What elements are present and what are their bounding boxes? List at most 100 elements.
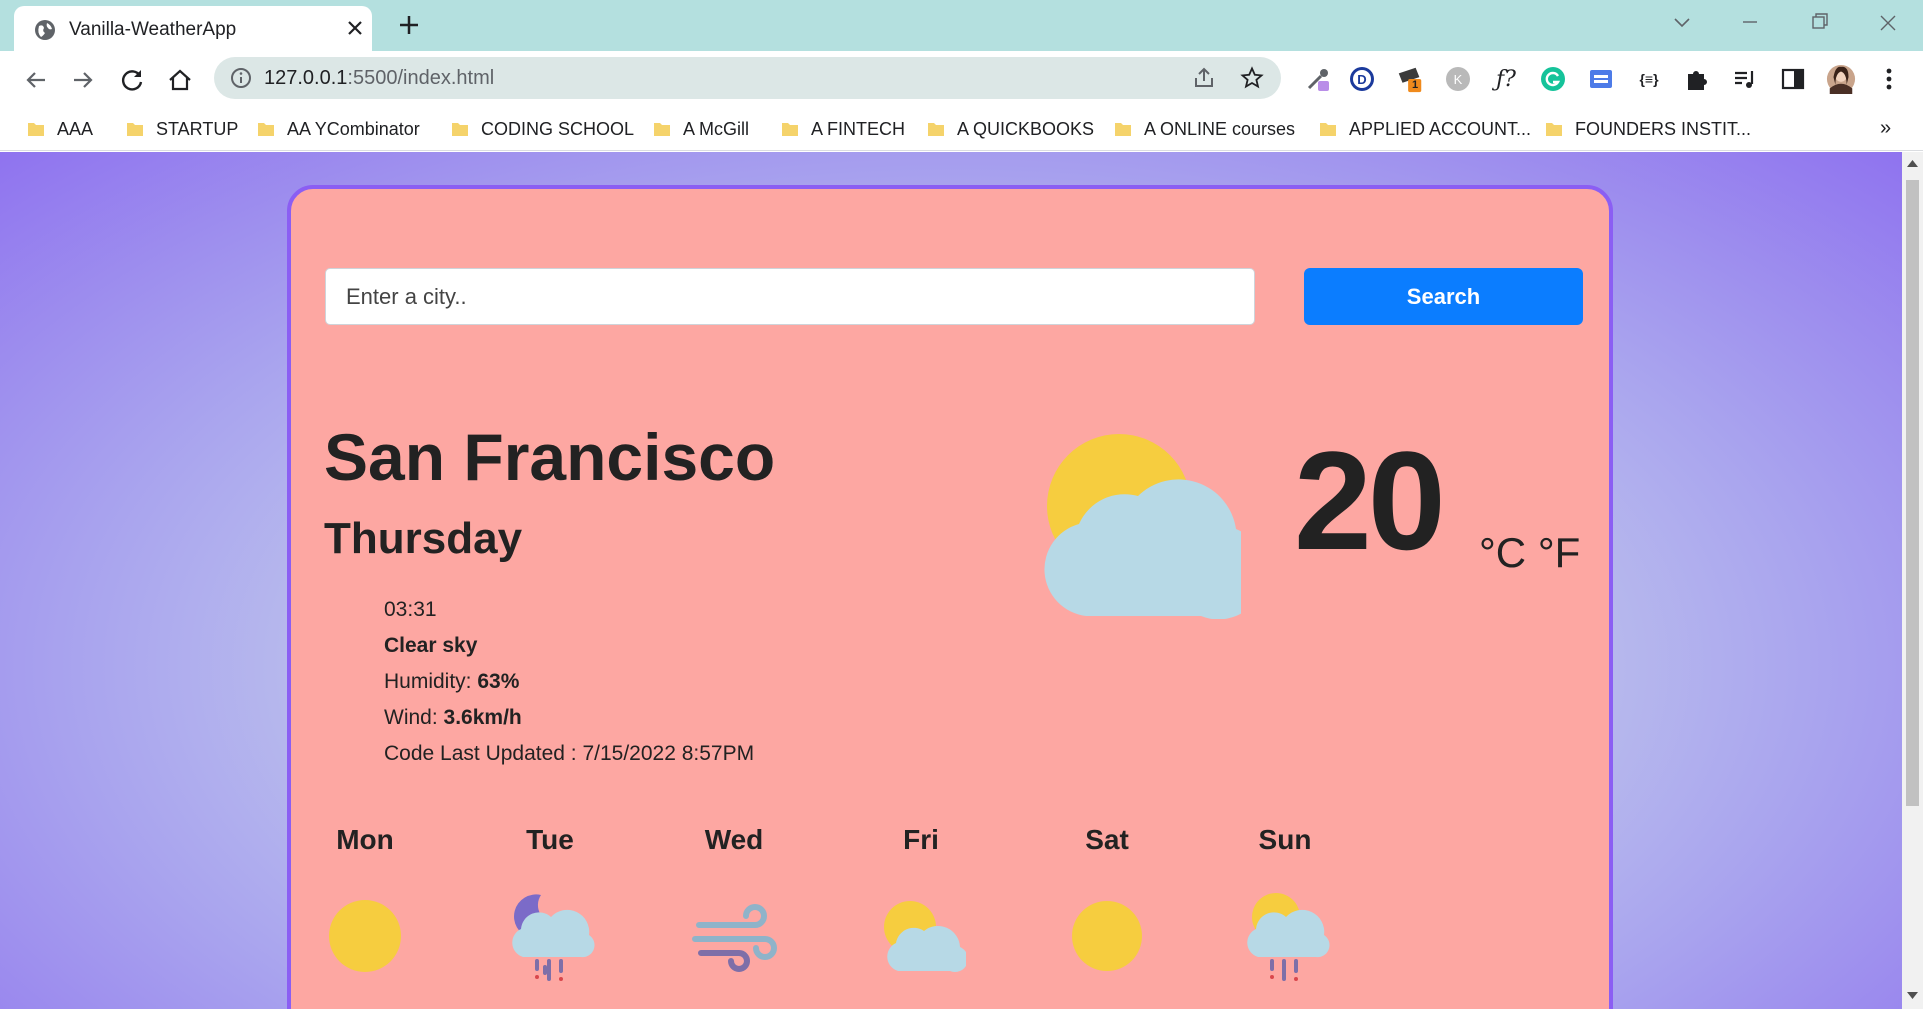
scroll-down-arrow-icon[interactable] xyxy=(1907,992,1918,1000)
url-path: :5500/index.html xyxy=(347,67,495,89)
scroll-up-arrow-icon[interactable] xyxy=(1907,159,1918,167)
bookmark-item[interactable]: AA YCombinator xyxy=(257,116,420,142)
sun-icon xyxy=(1072,901,1142,971)
folder-icon xyxy=(927,120,945,138)
bookmark-item[interactable]: A McGill xyxy=(653,116,749,142)
address-bar[interactable]: 127.0.0.1:5500/index.html xyxy=(214,57,1281,99)
bookmark-label: A ONLINE courses xyxy=(1144,118,1296,139)
rain-night-icon xyxy=(512,894,595,981)
celsius-link[interactable]: °C xyxy=(1479,529,1526,576)
bookmark-item[interactable]: A FINTECH xyxy=(781,116,905,142)
puzzle-extensions-icon[interactable] xyxy=(1682,64,1712,94)
function-extension-icon[interactable]: ƒ? xyxy=(1491,64,1521,94)
wind: Wind: 3.6km/h xyxy=(384,706,522,729)
scroll-thumb[interactable] xyxy=(1906,180,1919,806)
badge-extension-icon[interactable]: 1 xyxy=(1395,64,1425,94)
bookmark-label: CODING SCHOOL xyxy=(481,118,635,139)
folder-icon xyxy=(257,120,275,138)
bookmark-label: AAA xyxy=(57,118,94,139)
unit-toggle: °C °F xyxy=(1479,529,1580,577)
bookmark-item[interactable]: FOUNDERS INSTIT... xyxy=(1545,116,1751,142)
forecast-day-name: Mon xyxy=(336,824,394,855)
forecast-day: Wed xyxy=(664,824,804,981)
page-scrollbar[interactable] xyxy=(1902,152,1923,1009)
eyedropper-extension-icon[interactable] xyxy=(1303,64,1333,94)
current-time: 03:31 xyxy=(384,598,437,621)
minimize-icon[interactable] xyxy=(1730,8,1770,38)
search-input[interactable] xyxy=(325,268,1255,325)
url-text[interactable]: 127.0.0.1:5500/index.html xyxy=(264,67,494,90)
window-close-icon[interactable] xyxy=(1868,8,1908,38)
fahrenheit-link[interactable]: °F xyxy=(1538,529,1580,576)
grammarly-extension-icon[interactable] xyxy=(1538,64,1568,94)
bookmark-label: A QUICKBOOKS xyxy=(957,118,1095,139)
page-viewport: Search San Francisco Thursday 03:31 Clea… xyxy=(0,152,1902,1009)
forecast-day: Sat xyxy=(1037,824,1177,981)
back-arrow-icon[interactable] xyxy=(21,65,51,95)
folder-icon xyxy=(1319,120,1337,138)
forecast-day-name: Sun xyxy=(1258,824,1312,855)
forecast-day-name: Wed xyxy=(704,824,764,855)
bookmark-item[interactable]: AAA xyxy=(27,116,93,142)
bookmark-star-icon[interactable] xyxy=(1240,66,1264,90)
city-name: San Francisco xyxy=(324,420,776,494)
svg-text:D: D xyxy=(1357,72,1366,87)
weather-card: Search San Francisco Thursday 03:31 Clea… xyxy=(287,185,1613,1009)
partly-cloudy-icon xyxy=(884,901,966,972)
reload-icon[interactable] xyxy=(117,65,147,95)
weather-description: Clear sky xyxy=(384,634,478,657)
avatar[interactable] xyxy=(1826,64,1856,94)
bookmark-item[interactable]: STARTUP xyxy=(126,116,238,142)
folder-icon xyxy=(126,120,144,138)
browser-toolbar: 127.0.0.1:5500/index.html D 1 K ƒ? {≡} xyxy=(0,51,1923,107)
bookmarks-overflow-chevron[interactable]: » xyxy=(1880,117,1891,140)
forecast-day: Mon xyxy=(295,824,435,981)
dashlane-extension-icon[interactable]: D xyxy=(1347,64,1377,94)
forward-arrow-icon[interactable] xyxy=(68,65,98,95)
restore-icon[interactable] xyxy=(1800,8,1840,38)
humidity-value: 63% xyxy=(477,670,520,693)
last-updated: Code Last Updated : 7/15/2022 8:57PM xyxy=(384,742,755,765)
forecast-day-name: Sat xyxy=(1085,824,1129,855)
folder-icon xyxy=(1545,120,1563,138)
bookmark-item[interactable]: A ONLINE courses xyxy=(1114,116,1295,142)
home-icon[interactable] xyxy=(165,65,195,95)
tab-title: Vanilla-WeatherApp xyxy=(69,19,237,40)
search-button[interactable]: Search xyxy=(1304,268,1583,325)
browser-tab-strip: Vanilla-WeatherApp xyxy=(0,0,1923,51)
bookmark-label: STARTUP xyxy=(156,118,239,139)
humidity: Humidity: 63% xyxy=(384,670,520,693)
media-queue-icon[interactable] xyxy=(1730,64,1760,94)
folder-icon xyxy=(781,120,799,138)
menu-kebab-icon[interactable] xyxy=(1874,64,1904,94)
folder-icon xyxy=(27,120,45,138)
tab-search-icon[interactable] xyxy=(1662,8,1702,38)
weather-details: 03:31 Clear sky Humidity: 63% Wind: 3.6k… xyxy=(384,592,754,772)
bookmark-item[interactable]: A QUICKBOOKS xyxy=(927,116,1094,142)
forecast-day-name: Fri xyxy=(903,824,939,855)
url-host: 127.0.0.1 xyxy=(264,67,348,89)
temperature: 20 xyxy=(1294,422,1446,579)
svg-text:K: K xyxy=(1454,72,1463,87)
new-tab-icon[interactable] xyxy=(396,12,422,38)
info-icon[interactable] xyxy=(230,67,252,89)
folder-icon xyxy=(653,120,671,138)
partly-cloudy-day-icon xyxy=(1044,434,1241,619)
bookmark-label: APPLIED ACCOUNT... xyxy=(1349,118,1532,139)
forecast-day: Tue xyxy=(480,824,620,981)
close-icon[interactable] xyxy=(344,17,366,39)
k-extension-icon[interactable]: K xyxy=(1443,64,1473,94)
side-panel-icon[interactable] xyxy=(1778,64,1808,94)
extension-badge-count: 1 xyxy=(1412,79,1419,91)
json-extension-icon[interactable]: {≡} xyxy=(1634,64,1664,94)
browser-tab[interactable]: Vanilla-WeatherApp xyxy=(14,6,372,51)
wind-value: 3.6km/h xyxy=(443,706,522,729)
current-day: Thursday xyxy=(324,514,523,563)
keyboard-extension-icon[interactable] xyxy=(1586,64,1616,94)
bookmark-label: AA YCombinator xyxy=(287,118,420,139)
bookmark-item[interactable]: CODING SCHOOL xyxy=(451,116,634,142)
forecast-day-name: Tue xyxy=(526,824,574,855)
share-icon[interactable] xyxy=(1192,66,1216,90)
globe-icon xyxy=(35,20,55,40)
bookmark-item[interactable]: APPLIED ACCOUNT... xyxy=(1319,116,1531,142)
